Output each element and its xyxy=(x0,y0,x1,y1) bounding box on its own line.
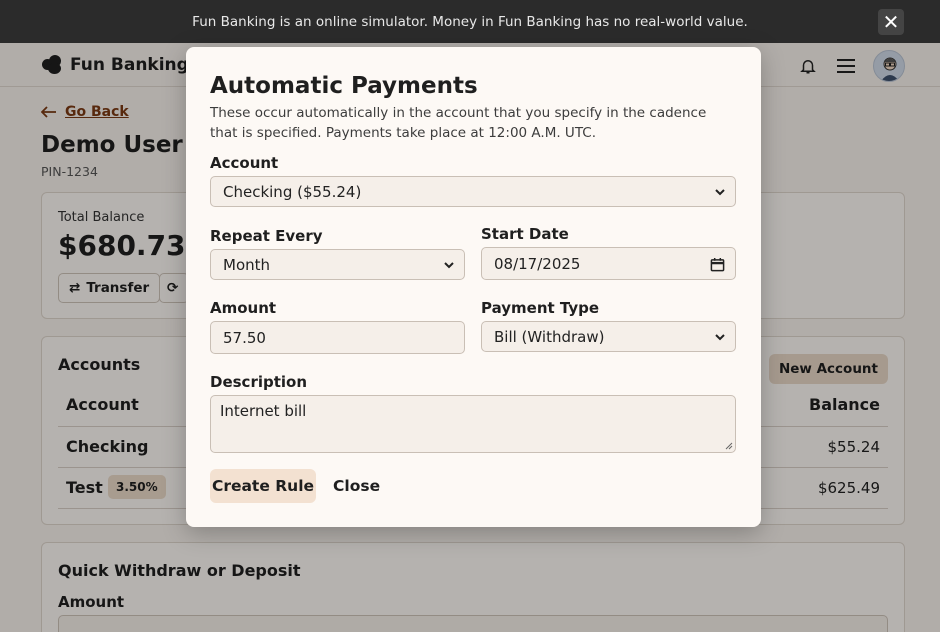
start-date-label: Start Date xyxy=(481,225,569,243)
notice-text: Fun Banking is an online simulator. Mone… xyxy=(192,13,748,30)
simulator-notice-bar: Fun Banking is an online simulator. Mone… xyxy=(0,0,940,43)
calendar-icon[interactable] xyxy=(710,257,725,272)
description-value: Internet bill xyxy=(220,402,307,420)
close-notice-button[interactable]: ✕ xyxy=(878,9,904,35)
chevron-down-icon xyxy=(444,262,454,269)
account-select-value: Checking ($55.24) xyxy=(223,182,362,201)
amount-input-value: 57.50 xyxy=(223,328,266,347)
repeat-select[interactable]: Month xyxy=(210,249,465,280)
account-field-label: Account xyxy=(210,154,279,172)
repeat-field-label: Repeat Every xyxy=(210,227,323,245)
resize-handle-icon[interactable] xyxy=(725,442,733,450)
amount-input[interactable]: 57.50 xyxy=(210,321,465,354)
payment-type-label: Payment Type xyxy=(481,299,600,317)
start-date-value: 08/17/2025 xyxy=(494,254,581,273)
close-icon: ✕ xyxy=(882,10,900,34)
repeat-select-value: Month xyxy=(223,255,271,274)
description-field-label: Description xyxy=(210,373,308,391)
close-dialog-button[interactable]: Close xyxy=(333,469,380,503)
start-date-input[interactable]: 08/17/2025 xyxy=(481,247,736,280)
amount-field-label: Amount xyxy=(210,299,277,317)
dialog-title: Automatic Payments xyxy=(210,73,478,99)
dialog-description: These occur automatically in the account… xyxy=(210,105,707,141)
create-rule-button[interactable]: Create Rule xyxy=(210,469,316,503)
payment-type-value: Bill (Withdraw) xyxy=(494,327,605,346)
description-textarea[interactable]: Internet bill xyxy=(210,395,736,453)
chevron-down-icon xyxy=(715,189,725,196)
automatic-payments-dialog: Automatic Payments These occur automatic… xyxy=(186,47,761,527)
payment-type-select[interactable]: Bill (Withdraw) xyxy=(481,321,736,352)
chevron-down-icon xyxy=(715,334,725,341)
account-select[interactable]: Checking ($55.24) xyxy=(210,176,736,207)
